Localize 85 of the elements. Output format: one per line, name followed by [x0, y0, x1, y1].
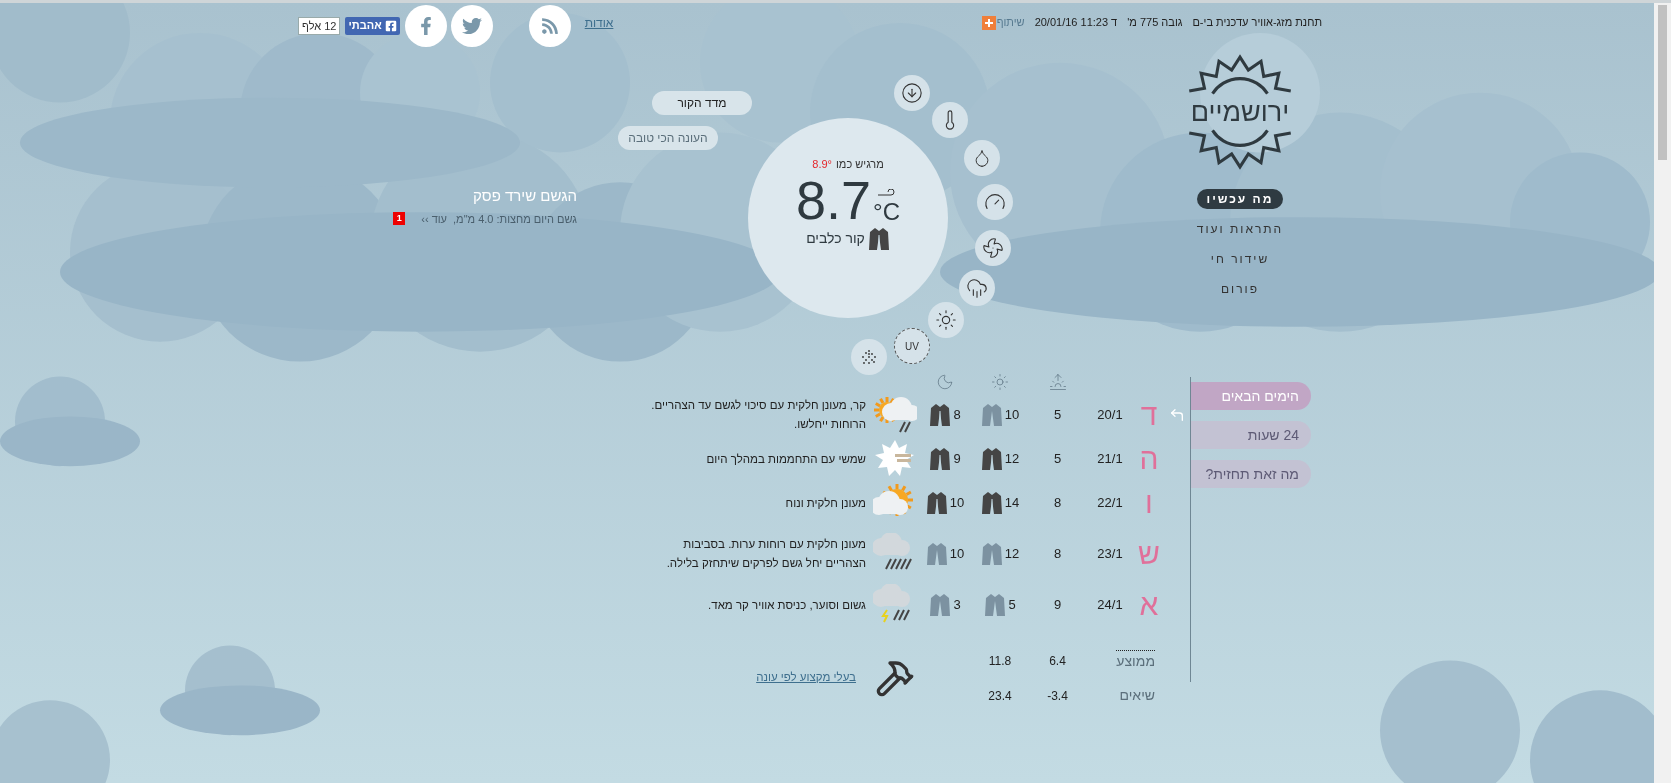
nav-item[interactable]: התראות ועוד — [1186, 219, 1294, 239]
temperature: 8.7 — [796, 172, 872, 227]
min-temperature: 5 — [1052, 406, 1063, 425]
min-temperature: 9 — [1052, 596, 1063, 615]
moon-icon — [936, 372, 954, 391]
forecast-tab[interactable]: 24 שעות — [1191, 421, 1311, 449]
more-link[interactable]: עוד ›› — [421, 210, 447, 227]
nav-item[interactable]: שידור חי — [1200, 249, 1280, 269]
day-letter: א — [1138, 590, 1160, 620]
forecast-description: קר, מעונן חלקית עם סיכוי לגשם עד הצהריים. הרוחות ייחלשו. — [650, 398, 867, 432]
day-letter: ד — [1139, 400, 1159, 430]
date-time: ד 11:23 20/01/16 — [1034, 15, 1118, 31]
temperature-value: 10 — [949, 545, 965, 564]
nav-item[interactable]: מה עכשיו — [1196, 189, 1284, 209]
rain-button[interactable] — [959, 270, 995, 306]
dust-button[interactable] — [851, 339, 887, 375]
forecast-date: 20/1 — [1096, 406, 1124, 425]
scrollbar[interactable] — [1654, 3, 1671, 783]
temperature-value: 14 — [1004, 494, 1020, 513]
temperature-unit: °C — [873, 196, 900, 227]
feels-like-value: 8.9° — [812, 157, 832, 172]
temperature-value: 3 — [953, 596, 961, 615]
min-temperature: 8 — [1052, 494, 1063, 513]
rain-status-title: הגשם שירד פסק — [473, 186, 577, 206]
rain-cloud-icon — [966, 277, 988, 299]
pinwheel-icon — [982, 237, 1004, 259]
forecast-date: 21/1 — [1096, 450, 1124, 469]
sunrise-icon — [1048, 372, 1067, 391]
feature-pill[interactable]: העונה הכי טובה — [618, 126, 718, 150]
min-temperature: 6.4 — [1049, 652, 1066, 670]
feature-pill[interactable]: מדד הקור — [652, 91, 752, 115]
plus-icon — [981, 15, 996, 30]
hammer-icon — [875, 658, 915, 698]
min-temperature: 8 — [1052, 545, 1063, 564]
like-count: 12 אלף — [298, 16, 341, 35]
twitter-button[interactable] — [450, 4, 493, 47]
forecast-tab[interactable]: מה זאת תחזית? — [1191, 460, 1311, 488]
forecast-date: 24/1 — [1096, 596, 1124, 615]
temperature-value: 12 — [1004, 545, 1020, 564]
day-letter: ה — [1138, 444, 1160, 474]
max-temperature: 11.8 — [988, 652, 1012, 670]
logo[interactable]: ירושמיים — [1184, 53, 1296, 171]
condition-text: קור כלבים — [806, 229, 865, 248]
about-link[interactable]: אודות — [584, 13, 614, 32]
rss-icon — [540, 16, 559, 35]
max-temperature: 23.4 — [988, 687, 1012, 705]
forecast-description: מעונן חלקית עם רוחות ערות. בסביבות הצהריים יחל גשם לפרקים שיתחזק בלילה. — [665, 537, 867, 571]
twitter-icon — [461, 15, 482, 36]
stats-label: שיאים — [1119, 686, 1155, 705]
forecast-description: גשום וסוער, כניסת אוויר קר מאד. — [707, 597, 867, 613]
temperature-value: 10 — [949, 494, 965, 513]
temperature-value: 5 — [1008, 596, 1016, 615]
stats-label: ממוצע — [1116, 649, 1155, 672]
temperature-value: 8 — [953, 406, 961, 425]
min-temperature: -3.4 — [1047, 687, 1068, 705]
count-badge: 1 — [393, 212, 406, 226]
temperature-value: 12 — [1004, 450, 1020, 469]
rain-today-text: גשם היום מחצות: 4.0 מ"מ, — [453, 211, 577, 227]
temperature-value: 9 — [953, 450, 961, 469]
nav-item[interactable]: פורום — [1210, 279, 1270, 299]
forecast-date: 23/1 — [1096, 545, 1124, 564]
sun-icon — [935, 309, 957, 331]
uv-button[interactable]: UV — [894, 328, 930, 364]
feels-like-label: מרגיש כמו — [836, 157, 884, 172]
like-button[interactable]: אהבתי — [345, 16, 400, 35]
scrollbar-thumb[interactable] — [1658, 5, 1667, 160]
facebook-button[interactable] — [404, 4, 447, 47]
sun-button[interactable] — [928, 302, 964, 338]
forecast-description: מעונן חלקית ונוח — [784, 495, 867, 511]
temperature-value: 10 — [1004, 406, 1020, 425]
wind-icon — [877, 188, 896, 197]
min-temperature: 5 — [1052, 450, 1063, 469]
rss-button[interactable] — [528, 4, 571, 47]
sun-icon — [991, 372, 1009, 391]
logo-text: ירושמיים — [1190, 98, 1290, 126]
forecast-description: שמשי עם התחממות במהלך היום — [705, 451, 867, 467]
elevation: גובה 775 מ' — [1127, 15, 1183, 31]
day-letter: ש — [1137, 539, 1161, 569]
forecast-date: 22/1 — [1096, 494, 1124, 513]
download-icon — [901, 82, 923, 104]
day-letter: ו — [1144, 488, 1154, 518]
professionals-link[interactable]: בעלי מקצוע לפי עונה — [756, 669, 856, 687]
facebook-icon — [384, 19, 397, 32]
station-name: תחנת מזג-אוויר עדכנית בי-ם — [1192, 15, 1322, 31]
dots-icon — [860, 348, 878, 366]
